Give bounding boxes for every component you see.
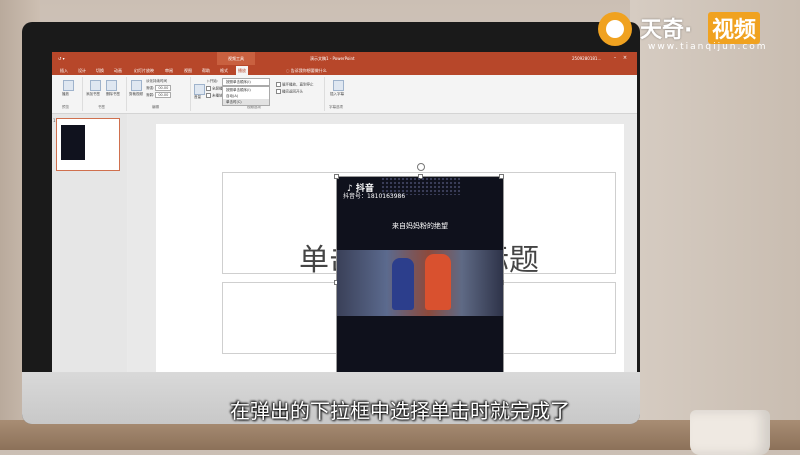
- powerpoint-window: ↺ ▾ 视频工具 演示文稿1 - PowerPoint 2509280181..…: [52, 52, 637, 382]
- user-account[interactable]: 2509280181...: [572, 52, 601, 65]
- group-label: 编辑: [152, 105, 159, 109]
- document-title: 演示文稿1 - PowerPoint: [310, 56, 355, 61]
- start-row: ▷开始:: [207, 79, 218, 83]
- fade-in-row: 渐强: 00.00: [146, 85, 172, 91]
- play-button-label[interactable]: 播放: [62, 92, 69, 97]
- tab-format[interactable]: 格式: [218, 66, 230, 75]
- start-option-onclick-sequence[interactable]: 按照单击顺序(I): [223, 79, 269, 85]
- video-subtitle: 在弹出的下拉框中选择单击时就完成了: [230, 399, 570, 423]
- video-thumbnail: [61, 125, 85, 160]
- background-wall: [630, 0, 800, 450]
- insert-caption-icon[interactable]: [333, 80, 344, 91]
- monitor: ↺ ▾ 视频工具 演示文稿1 - PowerPoint 2509280181..…: [22, 22, 640, 424]
- fade-duration-label: 淡化持续时间: [146, 79, 167, 83]
- ribbon-group-bookmarks: 添加书签 删除书签 书签: [84, 77, 127, 111]
- bookmark-remove-icon[interactable]: [106, 80, 117, 91]
- trim-video-icon[interactable]: [131, 80, 142, 91]
- watermark: 天奇· 视频 www.tianqijun.com: [598, 10, 788, 58]
- ribbon: 播放 预览 添加书签 删除书签 书签 剪裁视频 淡化持续时间 渐强: 00.00…: [52, 75, 637, 114]
- ribbon-group-video-options: 音量 ▷开始: 全屏播放 未播放时隐藏 循环播放，直到停止 播完返回开头 视频选…: [192, 77, 325, 111]
- tab-animations[interactable]: 动画: [112, 66, 124, 75]
- video-object[interactable]: ♪ 抖音 抖音号：1810163986 来自妈妈粉的绝望: [334, 163, 504, 382]
- tab-design[interactable]: 设计: [76, 66, 88, 75]
- tab-slideshow[interactable]: 幻灯片放映: [132, 66, 156, 75]
- remove-bookmark-button[interactable]: 删除书签: [106, 92, 120, 97]
- fade-out-input[interactable]: 00.00: [155, 92, 172, 98]
- trim-video-button[interactable]: 剪裁视频: [129, 92, 143, 97]
- rewind-row[interactable]: 播完返回开头: [276, 89, 303, 95]
- ribbon-tabs: 插入 设计 切换 动画 幻灯片放映 审阅 视图 帮助 格式 播放 ◌ 告诉我你想…: [52, 65, 637, 75]
- loop-row[interactable]: 循环播放，直到停止: [276, 82, 314, 88]
- title-bar: ↺ ▾ 视频工具 演示文稿1 - PowerPoint 2509280181..…: [52, 52, 637, 65]
- tab-insert[interactable]: 插入: [58, 66, 70, 75]
- video-frame: [337, 250, 503, 316]
- dancer-figure: [392, 258, 414, 310]
- watermark-brand: 天奇·: [640, 18, 693, 43]
- fade-in-input[interactable]: 00.00: [155, 85, 172, 91]
- rewind-checkbox[interactable]: [276, 89, 281, 94]
- tab-playback[interactable]: 播放: [236, 66, 248, 75]
- fade-out-row: 渐弱: 00.00: [146, 92, 172, 98]
- add-bookmark-button[interactable]: 添加书签: [86, 92, 100, 97]
- tell-me-search[interactable]: ◌ 告诉我你想要做什么: [286, 66, 327, 75]
- tianqi-logo-icon: [598, 12, 632, 46]
- slide-canvas[interactable]: 单击此处添加标题 ♪ 抖音 抖音号：1810163986 来自妈: [156, 124, 624, 382]
- slide-thumbnail[interactable]: [56, 118, 120, 171]
- ribbon-group-caption-options: 插入字幕 字幕选项: [326, 77, 352, 111]
- start-dropdown-list: 按照单击顺序(I) 自动(A) 单击时(C): [222, 86, 270, 106]
- tab-review[interactable]: 审阅: [163, 66, 175, 75]
- tab-help[interactable]: 帮助: [200, 66, 212, 75]
- ribbon-group-editing: 剪裁视频 淡化持续时间 渐强: 00.00 渐弱: 00.00 编辑: [128, 77, 191, 111]
- start-dropdown[interactable]: 按照单击顺序(I): [222, 78, 270, 86]
- fullscreen-checkbox[interactable]: [206, 86, 211, 91]
- volume-button[interactable]: 音量: [194, 95, 201, 100]
- tab-transitions[interactable]: 切换: [94, 66, 106, 75]
- douyin-account: 抖音号：1810163986: [343, 193, 406, 200]
- play-icon[interactable]: [63, 80, 74, 91]
- bookmark-add-icon[interactable]: [90, 80, 101, 91]
- video-caption: 来自妈妈粉的绝望: [392, 222, 448, 230]
- quick-access-toolbar[interactable]: ↺ ▾: [58, 56, 65, 61]
- ribbon-group-preview: 播放 预览: [54, 77, 83, 111]
- group-label: 预览: [62, 105, 69, 109]
- rotate-handle[interactable]: [417, 163, 425, 171]
- resize-handle[interactable]: [334, 174, 339, 179]
- slide-thumbnail-pane: 1: [52, 114, 127, 382]
- watermark-url: www.tianqijun.com: [648, 42, 768, 52]
- start-option-onclick[interactable]: 单击时(C): [223, 99, 269, 105]
- group-label: 字幕选项: [329, 105, 343, 109]
- dancer-figure: [425, 254, 451, 310]
- context-tab-label: 视频工具: [217, 52, 255, 65]
- hide-checkbox[interactable]: [206, 93, 211, 98]
- loop-checkbox[interactable]: [276, 82, 281, 87]
- group-label: 书签: [98, 105, 105, 109]
- volume-icon[interactable]: [194, 84, 205, 95]
- slide-editor: 单击此处添加标题 ♪ 抖音 抖音号：1810163986 来自妈: [128, 114, 637, 382]
- tab-view[interactable]: 视图: [182, 66, 194, 75]
- watermark-brand-video: 视频: [708, 12, 761, 44]
- resize-handle[interactable]: [499, 174, 504, 179]
- desk: [0, 420, 800, 450]
- insert-caption-button[interactable]: 插入字幕: [330, 92, 344, 97]
